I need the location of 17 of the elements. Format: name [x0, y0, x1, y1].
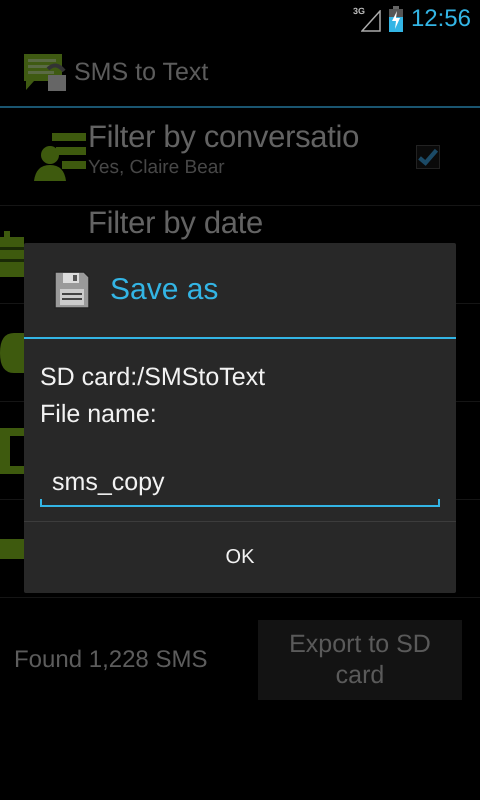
folder-path: SD card:/SMStoText [40, 362, 266, 393]
app-title: SMS to Text [74, 58, 208, 86]
frame-icon [0, 428, 24, 474]
clock-time: 12:56 [410, 5, 471, 33]
filter-title: Filter by conversatio [88, 120, 360, 153]
network-type: 3G [352, 6, 365, 16]
file-name-label: File name: [40, 399, 158, 430]
ok-button[interactable]: OK [24, 521, 456, 593]
dialog-title: Save as [110, 273, 218, 307]
filter-summary: Yes, Claire Bear [88, 157, 226, 179]
contact-list-icon [34, 132, 86, 180]
sms-count: Found 1,228 SMS [14, 646, 208, 674]
filter-title: Filter by date [88, 206, 264, 239]
calendar-icon [0, 230, 24, 278]
app-logo-icon [22, 53, 66, 91]
battery-charging-icon [388, 6, 403, 32]
checkbox[interactable] [416, 144, 440, 168]
